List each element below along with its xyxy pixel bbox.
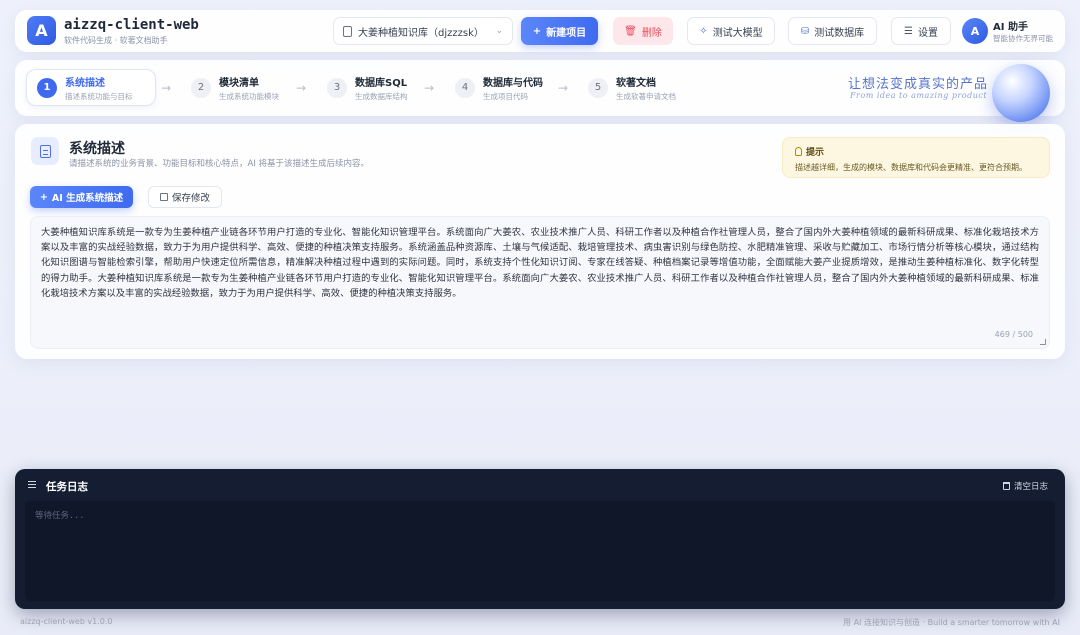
arrow-right-icon: → (161, 81, 172, 95)
steps-bar: 1 系统描述 描述系统功能与目标 → 2 模块清单 生成系统功能模块 → 3 数… (15, 60, 1065, 122)
decorative-sphere (992, 64, 1050, 122)
description-textarea[interactable]: 大姜种植知识库系统是一款专为生姜种植产业链各环节用户打造的专业化、智能化知识管理… (30, 216, 1050, 349)
description-text: 大姜种植知识库系统是一款专为生姜种植产业链各环节用户打造的专业化、智能化知识管理… (41, 227, 1039, 299)
character-counter: 469 / 500 (994, 330, 1033, 339)
test-db-button[interactable]: ⛁ 测试数据库 (788, 17, 877, 45)
step-title: 软著文档 (616, 77, 656, 89)
log-placeholder: 等待任务... (35, 511, 85, 521)
list-icon (28, 481, 36, 488)
step-number: 1 (37, 77, 57, 98)
system-description-panel: 系统描述 请描述系统的业务背景、功能目标和核心特点，AI 将基于该描述生成后续内… (15, 124, 1065, 359)
arrow-right-icon: → (424, 81, 435, 95)
step-system-description[interactable]: 1 系统描述 描述系统功能与目标 (26, 69, 156, 106)
lightbulb-icon (795, 147, 802, 156)
save-changes-button[interactable]: 保存修改 (148, 186, 222, 208)
section-subtitle: 请描述系统的业务背景、功能目标和核心特点，AI 将基于该描述生成后续内容。 (69, 159, 370, 169)
step-copyright-docs[interactable]: 5 软著文档 生成软著申请文档 (578, 69, 688, 106)
settings-label: 设置 (917, 27, 938, 39)
plus-icon: + (532, 25, 542, 37)
trash-icon (1002, 482, 1010, 490)
new-project-button[interactable]: + 新建项目 (521, 17, 598, 45)
resize-handle[interactable] (1040, 339, 1046, 345)
document-icon (343, 25, 352, 37)
tip-text: 描述越详细，生成的模块、数据库和代码会更精准、更符合预期。 (795, 163, 1027, 172)
delete-label: 删除 (641, 27, 662, 39)
task-log-panel: 任务日志 清空日志 等待任务... (15, 469, 1065, 609)
chevron-down-icon: ⌄ (495, 26, 503, 36)
clear-log-label: 清空日志 (1013, 482, 1048, 492)
step-title: 系统描述 (65, 77, 105, 89)
task-log-title: 任务日志 (46, 481, 88, 493)
section-title: 系统描述 (69, 141, 125, 157)
footer-tagline: 用 AI 连接知识与创造 · Build a smarter tomorrow … (843, 618, 1060, 627)
app-logo: A (27, 16, 56, 45)
log-output[interactable]: 等待任务... (25, 501, 1055, 601)
ai-generate-label: AI 生成系统描述 (51, 193, 124, 204)
tip-box: 提示 描述越详细，生成的模块、数据库和代码会更精准、更符合预期。 (782, 137, 1050, 178)
step-title: 模块清单 (219, 77, 259, 89)
document-icon (31, 137, 59, 165)
sparkle-icon: + (39, 191, 48, 203)
step-description: 生成项目代码 (483, 91, 528, 101)
step-description: 生成系统功能模块 (219, 91, 279, 101)
step-number: 5 (588, 77, 608, 98)
assistant-description: 智能协作无界可能 (993, 34, 1053, 43)
step-description: 描述系统功能与目标 (65, 91, 133, 101)
step-database-code[interactable]: 4 数据库与代码 生成项目代码 (445, 69, 565, 106)
app-title: aizzq-client-web (64, 17, 199, 33)
step-number: 3 (327, 77, 347, 98)
save-changes-label: 保存修改 (171, 193, 210, 204)
step-title: 数据库与代码 (483, 77, 543, 89)
step-module-list[interactable]: 2 模块清单 生成系统功能模块 (181, 69, 291, 106)
slogan-en: From idea to amazing product (850, 91, 988, 100)
assistant-avatar[interactable]: A (962, 18, 988, 44)
trash-icon: 🗑 (624, 25, 637, 37)
database-icon: ⛁ (800, 25, 810, 37)
test-llm-button[interactable]: ✧ 测试大模型 (687, 17, 775, 45)
settings-button[interactable]: ☰ 设置 (891, 17, 951, 45)
step-number: 2 (191, 77, 211, 98)
tip-title: 提示 (806, 148, 825, 158)
top-bar: A aizzq-client-web 软件代码生成 · 软著文档助手 大姜种植知… (15, 10, 1065, 52)
clear-log-button[interactable]: 清空日志 (1002, 480, 1048, 492)
step-description: 生成软著申请文档 (616, 91, 676, 101)
step-description: 生成数据库结构 (355, 91, 408, 101)
sparkle-icon: ✧ (699, 25, 708, 37)
ai-generate-button[interactable]: + AI 生成系统描述 (30, 186, 133, 208)
save-icon (159, 193, 168, 201)
step-title: 数据库SQL (355, 77, 408, 89)
assistant-name: AI 助手 (993, 22, 1028, 33)
delete-button[interactable]: 🗑 删除 (613, 17, 673, 45)
knowledge-base-select[interactable]: 大姜种植知识库（djzzzsk） ⌄ (333, 17, 513, 45)
test-llm-label: 测试大模型 (712, 27, 763, 39)
arrow-right-icon: → (558, 81, 569, 95)
app-subtitle: 软件代码生成 · 软著文档助手 (64, 36, 168, 45)
sliders-icon: ☰ (904, 25, 913, 37)
footer-version: aizzq-client-web v1.0.0 (20, 617, 113, 626)
new-project-label: 新建项目 (546, 27, 587, 39)
knowledge-base-value: 大姜种植知识库（djzzzsk） (358, 27, 484, 39)
arrow-right-icon: → (296, 81, 307, 95)
slogan-cn: 让想法变成真实的产品 (848, 77, 989, 92)
test-db-label: 测试数据库 (814, 27, 865, 39)
step-number: 4 (455, 77, 475, 98)
step-database-sql[interactable]: 3 数据库SQL 生成数据库结构 (317, 69, 427, 106)
